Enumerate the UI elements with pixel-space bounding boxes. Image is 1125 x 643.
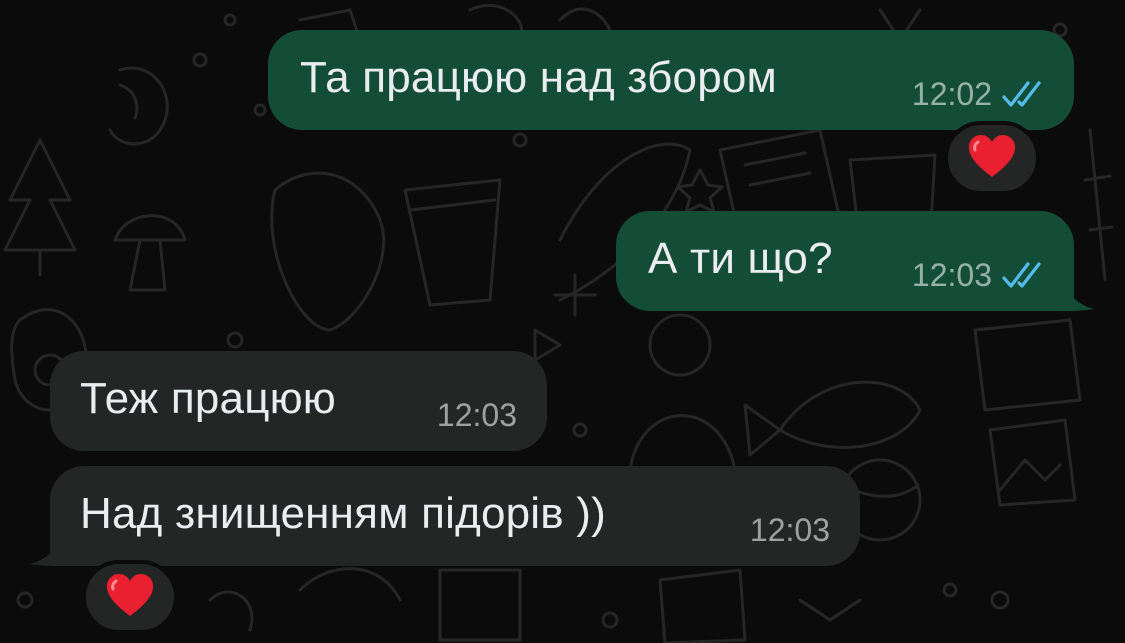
bubble-tail: [30, 536, 60, 566]
message-bubble-outgoing[interactable]: Та працюю над збором 12:02: [268, 30, 1074, 130]
message-meta: 12:03: [912, 257, 1048, 293]
reaction-badge[interactable]: [944, 121, 1040, 195]
bubble-tail: [1064, 281, 1094, 311]
message-meta: 12:03: [750, 512, 830, 548]
message-timestamp: 12:03: [749, 512, 830, 548]
reaction-badge[interactable]: [82, 560, 178, 634]
double-check-read-icon: [1002, 260, 1048, 290]
message-bubble-incoming[interactable]: Над знищенням підорів )) 12:03: [50, 466, 860, 566]
message-text: А ти що?: [648, 234, 833, 283]
message-timestamp: 12:03: [436, 397, 517, 433]
message-bubble-incoming[interactable]: Теж працюю 12:03: [50, 351, 547, 451]
heart-emoji-icon: [104, 572, 156, 623]
heart-emoji-icon: [966, 133, 1018, 184]
message-timestamp: 12:02: [911, 76, 992, 112]
double-check-read-icon: [1002, 79, 1048, 109]
message-text: Та працюю над збором: [300, 53, 777, 102]
message-meta: 12:03: [437, 397, 517, 433]
message-timestamp: 12:03: [911, 257, 992, 293]
message-bubble-outgoing[interactable]: А ти що? 12:03: [616, 211, 1074, 311]
message-text: Над знищенням підорів )): [80, 489, 606, 538]
message-meta: 12:02: [912, 76, 1048, 112]
message-text: Теж працюю: [80, 374, 337, 423]
